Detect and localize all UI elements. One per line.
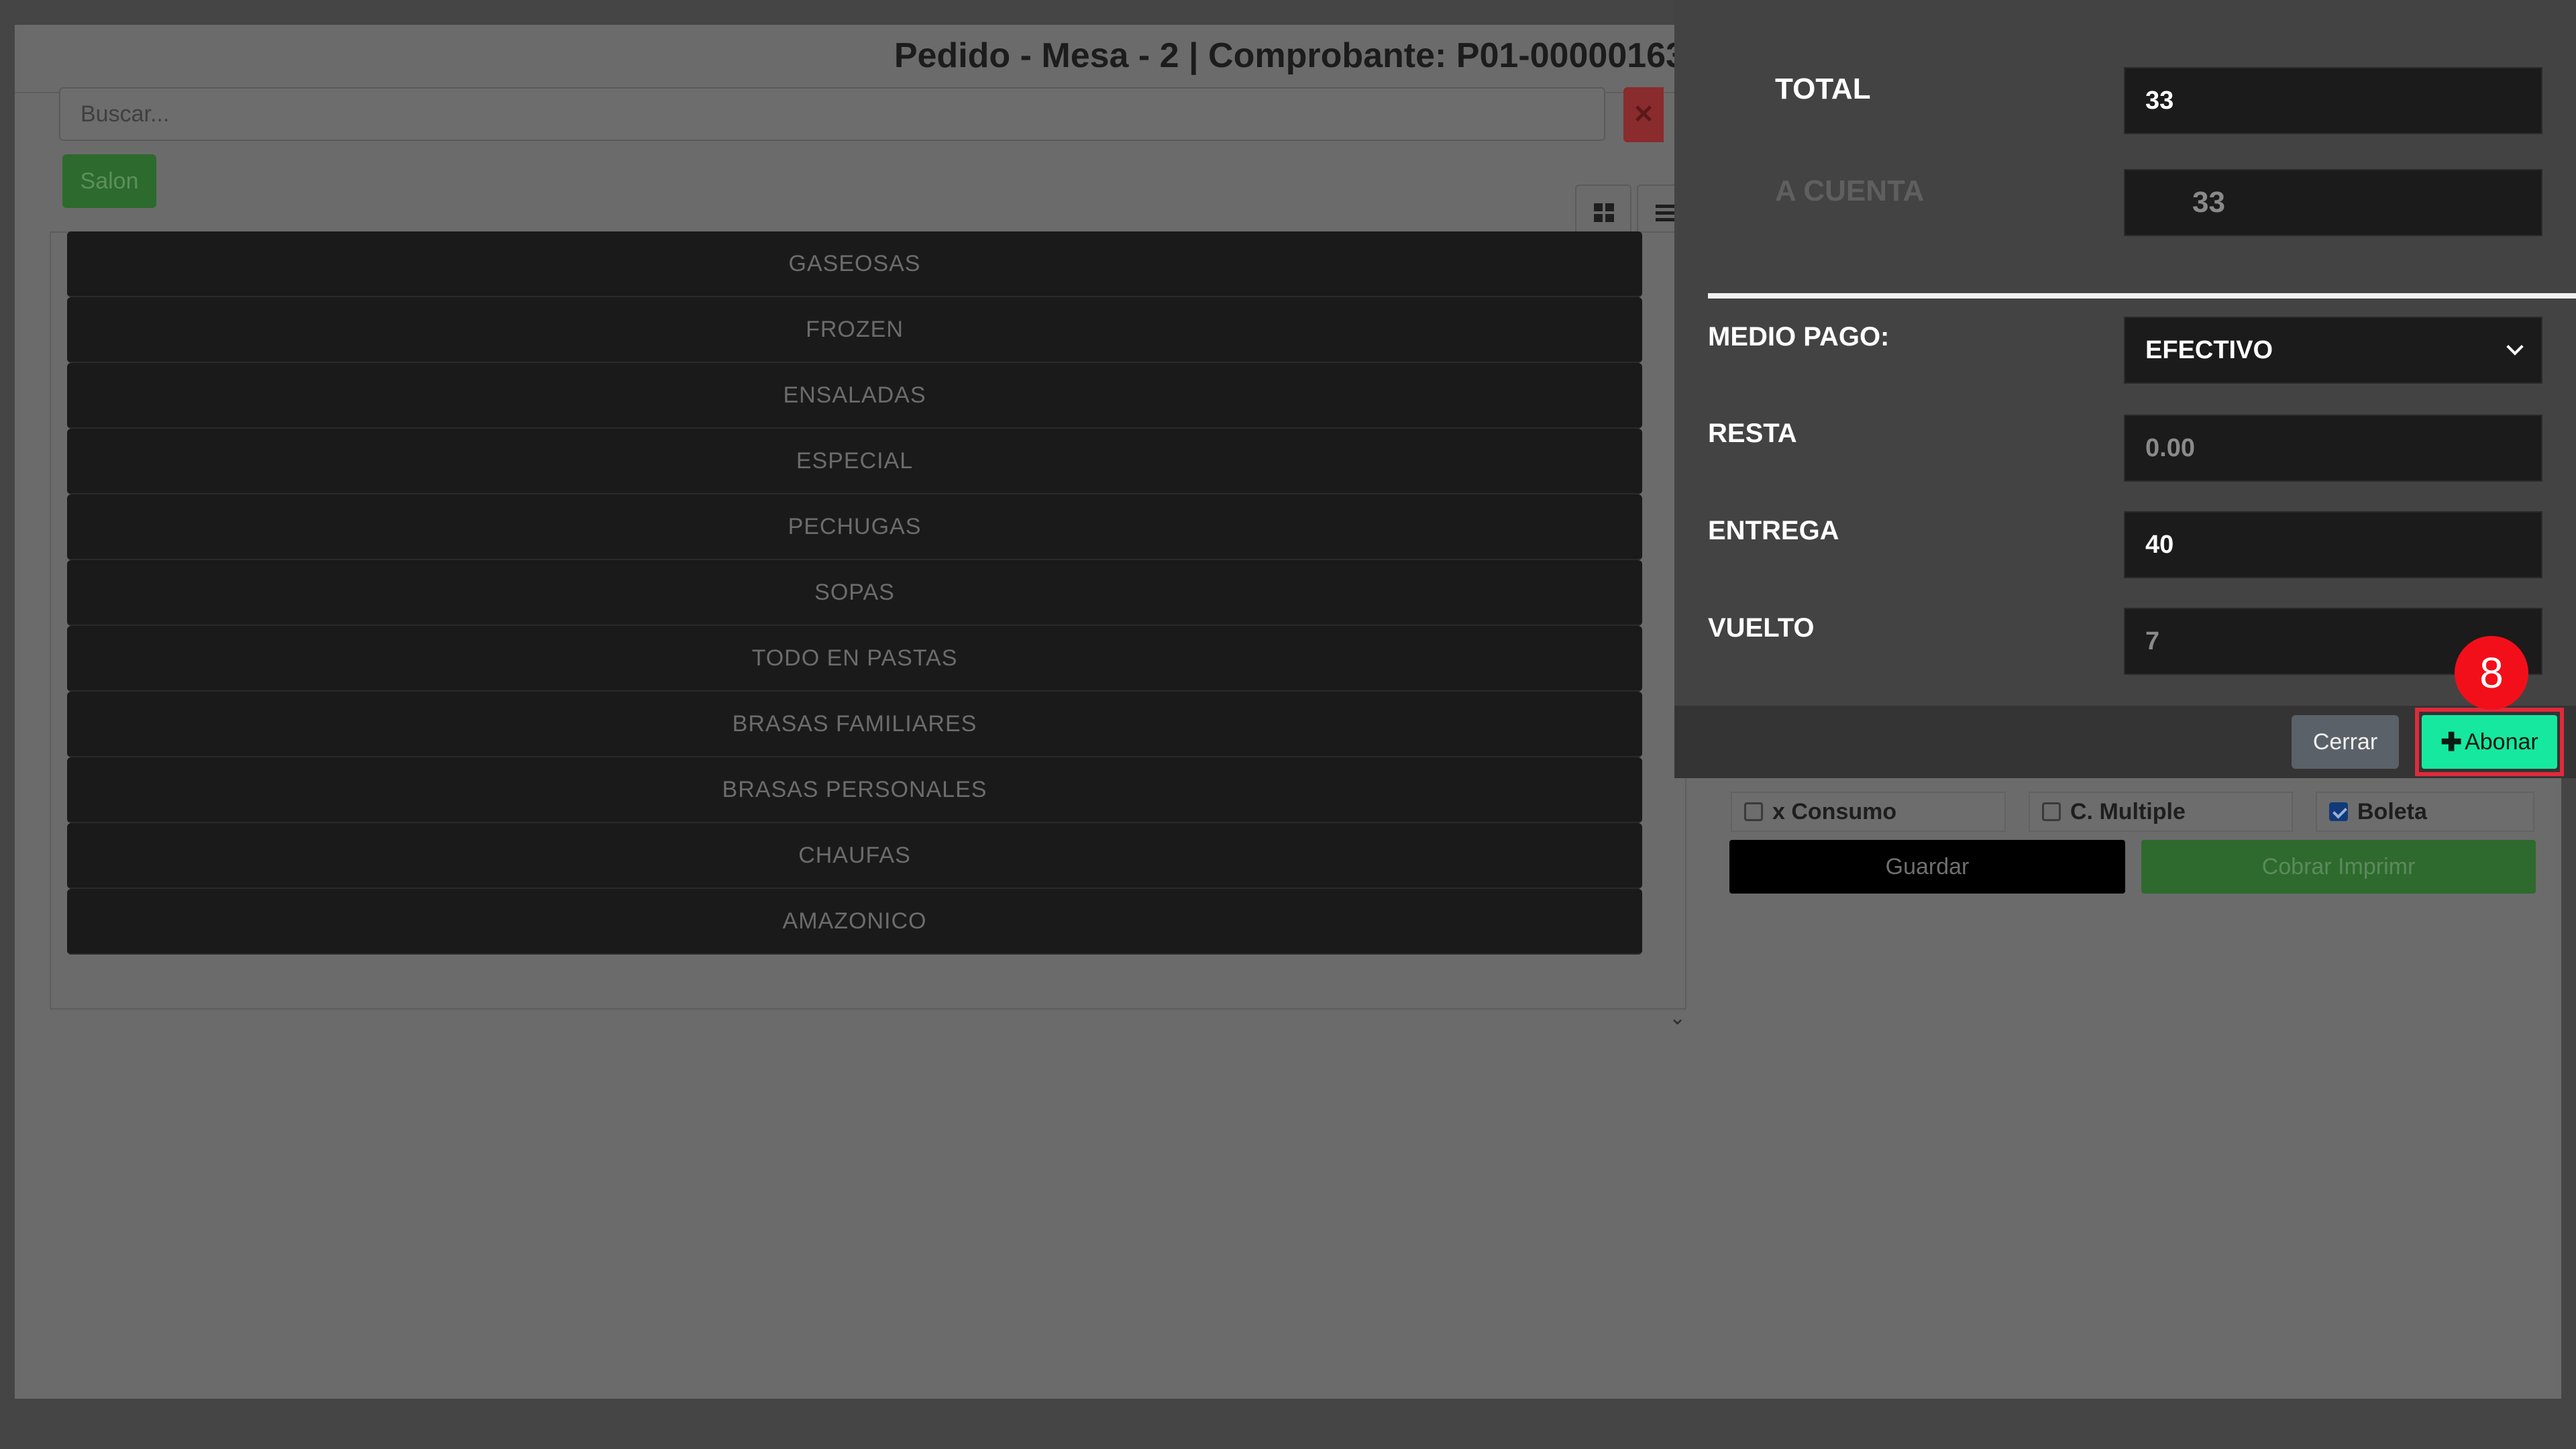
category-item[interactable]: BRASAS PERSONALES — [67, 757, 1642, 823]
search-input[interactable] — [59, 87, 1605, 141]
plus-icon: ✚ — [2440, 728, 2463, 757]
modal-title: Pedido - Mesa - 2 | Comprobante: P01-000… — [894, 36, 1685, 75]
resta-value: 0.00 — [2145, 433, 2195, 462]
list-icon — [1656, 203, 1676, 222]
category-item[interactable]: ESPECIAL — [67, 429, 1642, 494]
medio-pago-label: MEDIO PAGO: — [1708, 322, 1890, 352]
chevron-down-icon — [2506, 338, 2524, 356]
checkbox-label: x Consumo — [1772, 798, 1897, 824]
checkbox-box — [1744, 802, 1763, 821]
category-list: GASEOSAS FROZEN ENSALADAS ESPECIAL PECHU… — [67, 231, 1642, 955]
category-item[interactable]: AMAZONICO — [67, 889, 1642, 955]
category-item[interactable]: TODO EN PASTAS — [67, 626, 1642, 692]
guardar-button[interactable]: Guardar — [1729, 840, 2125, 894]
medio-pago-value: EFECTIVO — [2145, 335, 2273, 364]
close-icon: ✕ — [1633, 101, 1654, 129]
total-value: 33 — [2145, 86, 2174, 115]
cobrar-imprimir-button[interactable]: Cobrar Imprimr — [2141, 840, 2536, 894]
a-cuenta-value: 33 — [2192, 186, 2225, 219]
category-item[interactable]: FROZEN — [67, 297, 1642, 363]
resta-field[interactable]: 0.00 — [2124, 415, 2542, 482]
resta-label: RESTA — [1708, 419, 1797, 448]
a-cuenta-field[interactable]: 33 — [2124, 169, 2542, 236]
category-item[interactable]: GASEOSAS — [67, 231, 1642, 297]
clear-search-button[interactable]: ✕ — [1623, 87, 1664, 142]
vuelto-value: 7 — [2145, 627, 2160, 655]
list-view-button[interactable] — [1637, 184, 1676, 238]
chevron-down-icon[interactable]: ⌄ — [1669, 1006, 1686, 1030]
category-item[interactable]: PECHUGAS — [67, 494, 1642, 560]
category-item[interactable]: CHAUFAS — [67, 823, 1642, 889]
boleta-checkbox[interactable]: Boleta — [2316, 792, 2534, 832]
x-consumo-checkbox[interactable]: x Consumo — [1731, 792, 2006, 832]
checkbox-box — [2042, 802, 2061, 821]
checkbox-label: C. Multiple — [2070, 798, 2186, 824]
checkbox-label: Boleta — [2357, 798, 2427, 824]
salon-button[interactable]: Salon — [62, 154, 156, 208]
abonar-label: Abonar — [2465, 729, 2538, 755]
a-cuenta-label: A CUENTA — [1775, 174, 1925, 207]
total-field[interactable]: 33 — [2124, 67, 2542, 134]
grid-view-button[interactable] — [1575, 184, 1631, 238]
abonar-button[interactable]: ✚ Abonar — [2422, 715, 2557, 769]
c-multiple-checkbox[interactable]: C. Multiple — [2029, 792, 2293, 832]
entrega-value: 40 — [2145, 530, 2174, 559]
checkbox-box-checked — [2329, 802, 2348, 821]
category-item[interactable]: SOPAS — [67, 560, 1642, 626]
entrega-label: ENTREGA — [1708, 516, 1839, 545]
grid-icon — [1594, 203, 1614, 222]
total-label: TOTAL — [1775, 72, 1871, 105]
vuelto-label: VUELTO — [1708, 613, 1815, 643]
divider — [1708, 293, 2576, 299]
cerrar-button[interactable]: Cerrar — [2292, 715, 2399, 769]
step-badge: 8 — [2455, 636, 2528, 710]
category-item[interactable]: BRASAS FAMILIARES — [67, 692, 1642, 757]
entrega-field[interactable]: 40 — [2124, 511, 2542, 578]
medio-pago-select[interactable]: EFECTIVO — [2124, 317, 2542, 384]
category-item[interactable]: ENSALADAS — [67, 363, 1642, 429]
